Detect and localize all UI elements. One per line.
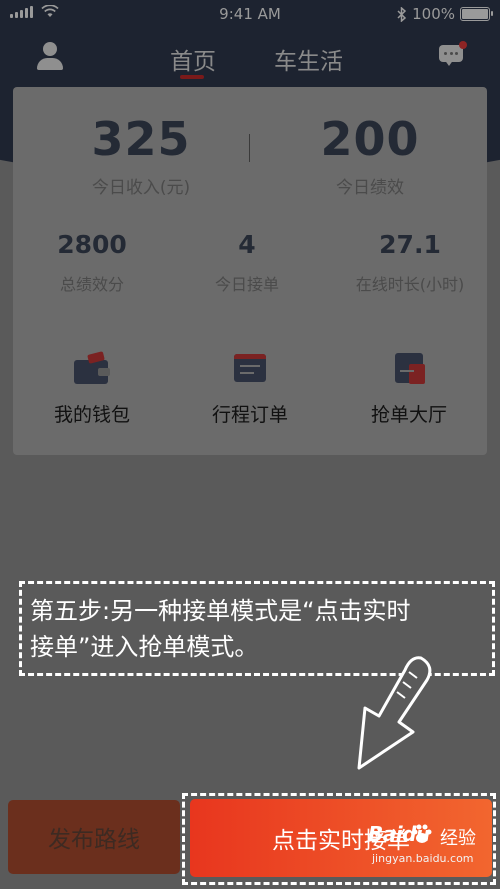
wallet-icon xyxy=(70,350,114,386)
watermark-text: 经验 xyxy=(440,828,476,849)
home-screen: 9:41 AM 100% 首页 车生活 325 今日收入(元) 200 今日绩效… xyxy=(0,0,500,889)
online-hours-label: 在线时长(小时) xyxy=(355,275,465,294)
today-orders-value: 4 xyxy=(238,230,256,259)
baidu-watermark: Baidu 经验 jingyan.baidu.com xyxy=(360,822,498,882)
annotation-line-1: 第五步:另一种接单模式是“点击实时 xyxy=(30,597,411,625)
watermark-url: jingyan.baidu.com xyxy=(372,852,474,865)
grab-hall-button[interactable]: 抢单大厅 xyxy=(329,350,489,427)
today-performance-value: 200 xyxy=(320,112,420,166)
publish-route-button[interactable]: 发布路线 xyxy=(8,800,180,874)
user-icon[interactable] xyxy=(36,42,64,72)
battery-icon xyxy=(460,7,493,21)
status-bar: 9:41 AM 100% xyxy=(0,0,500,28)
tab-home[interactable]: 首页 xyxy=(170,42,216,76)
grab-hall-icon xyxy=(387,350,431,386)
my-wallet-button[interactable]: 我的钱包 xyxy=(12,350,172,427)
total-score-value: 2800 xyxy=(57,230,127,259)
today-income-value: 325 xyxy=(91,112,191,166)
today-income-label: 今日收入(元) xyxy=(91,178,191,198)
today-orders-label: 今日接单 xyxy=(214,275,279,294)
trip-orders-button[interactable]: 行程订单 xyxy=(170,350,330,427)
online-hours-value: 27.1 xyxy=(379,230,441,259)
dashboard-card: 325 今日收入(元) 200 今日绩效 2800 总绩效分 4 今日接单 27… xyxy=(13,87,487,455)
my-wallet-label: 我的钱包 xyxy=(53,404,130,426)
pointer-arrow-icon xyxy=(357,656,432,770)
tab-car-life[interactable]: 车生活 xyxy=(274,42,343,76)
battery-percent: 100% xyxy=(412,5,455,23)
tab-active-indicator xyxy=(180,75,204,79)
total-score-label: 总绩效分 xyxy=(59,275,124,294)
paw-icon xyxy=(412,824,432,843)
stats-divider xyxy=(249,134,250,162)
unread-badge xyxy=(459,41,467,49)
bluetooth-icon xyxy=(397,6,407,22)
grab-hall-label: 抢单大厅 xyxy=(370,404,447,426)
top-nav: 首页 车生活 xyxy=(0,36,500,80)
trip-orders-label: 行程订单 xyxy=(211,404,288,426)
order-icon xyxy=(228,350,272,386)
today-performance-label: 今日绩效 xyxy=(336,178,404,198)
